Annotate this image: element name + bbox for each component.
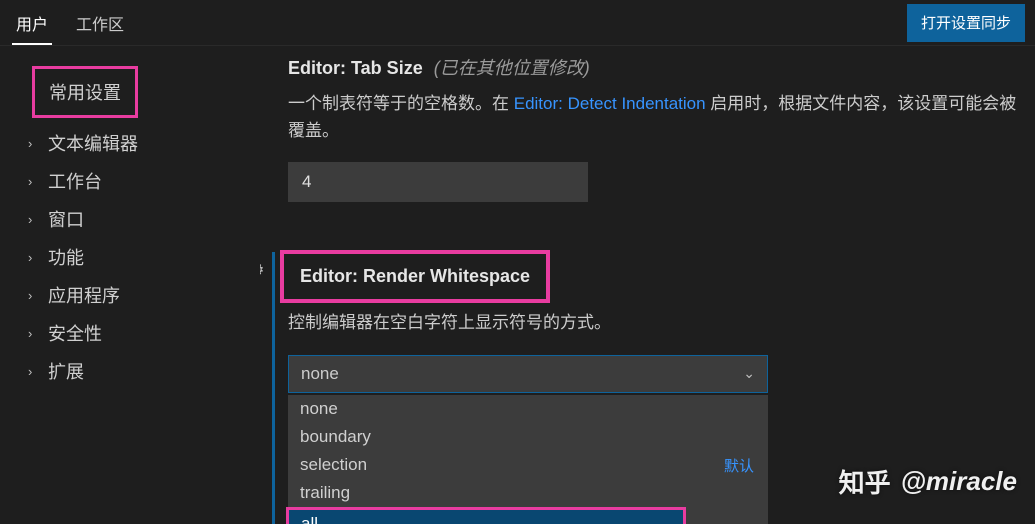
settings-main: Editor: Tab Size (已在其他位置修改) 一个制表符等于的空格数。… — [260, 46, 1035, 524]
select-current-value: none — [301, 364, 339, 384]
sidebar-item-common[interactable]: 常用设置 — [32, 66, 138, 118]
default-label: 默认 — [724, 455, 754, 476]
settings-sidebar: 常用设置 › 文本编辑器 › 工作台 › 窗口 › 功能 › 应用程序 › 安全… — [0, 46, 260, 524]
option-selection[interactable]: selection 默认 — [288, 451, 768, 479]
chevron-right-icon: › — [28, 326, 48, 341]
tab-workspace[interactable]: 工作区 — [72, 1, 128, 45]
option-all[interactable]: all — [286, 507, 686, 524]
sidebar-item-security[interactable]: › 安全性 — [28, 314, 260, 352]
setting-title: Editor: Render Whitespace — [300, 266, 530, 286]
chevron-right-icon: › — [28, 250, 48, 265]
sidebar-item-extensions[interactable]: › 扩展 — [28, 352, 260, 390]
modified-indicator-bar — [272, 252, 275, 524]
setting-editor-render-whitespace: ⚙ Editor: Render Whitespace 控制编辑器在空白字符上显… — [288, 238, 1021, 524]
render-whitespace-options: none boundary selection 默认 trailing all — [288, 395, 768, 524]
option-none[interactable]: none — [288, 395, 768, 423]
chevron-right-icon: › — [28, 288, 48, 303]
topbar: 用户 工作区 打开设置同步 — [0, 0, 1035, 46]
sidebar-item-text-editor[interactable]: › 文本编辑器 — [28, 124, 260, 162]
modified-elsewhere-hint: (已在其他位置修改) — [434, 58, 590, 78]
render-whitespace-select[interactable]: none ⌄ — [288, 355, 768, 393]
setting-description: 控制编辑器在空白字符上显示符号的方式。 — [288, 309, 1021, 336]
sidebar-item-features[interactable]: › 功能 — [28, 238, 260, 276]
chevron-right-icon: › — [28, 212, 48, 227]
gear-icon[interactable]: ⚙ — [260, 260, 264, 280]
setting-description: 一个制表符等于的空格数。在 Editor: Detect Indentation… — [288, 90, 1021, 144]
link-detect-indentation[interactable]: Editor: Detect Indentation — [514, 94, 706, 113]
sidebar-item-application[interactable]: › 应用程序 — [28, 276, 260, 314]
sidebar-item-workbench[interactable]: › 工作台 — [28, 162, 260, 200]
setting-title: Editor: Tab Size (已在其他位置修改) — [288, 54, 1021, 80]
chevron-right-icon: › — [28, 174, 48, 189]
option-trailing[interactable]: trailing — [288, 479, 768, 507]
chevron-right-icon: › — [28, 136, 48, 151]
sidebar-item-window[interactable]: › 窗口 — [28, 200, 260, 238]
tab-size-input[interactable]: 4 — [288, 162, 588, 202]
option-boundary[interactable]: boundary — [288, 423, 768, 451]
chevron-down-icon: ⌄ — [743, 365, 755, 382]
tab-user[interactable]: 用户 — [12, 1, 52, 45]
settings-scope-tabs: 用户 工作区 — [12, 0, 128, 45]
setting-editor-tab-size: Editor: Tab Size (已在其他位置修改) 一个制表符等于的空格数。… — [288, 54, 1021, 202]
open-settings-sync-button[interactable]: 打开设置同步 — [907, 4, 1025, 42]
chevron-right-icon: › — [28, 364, 48, 379]
